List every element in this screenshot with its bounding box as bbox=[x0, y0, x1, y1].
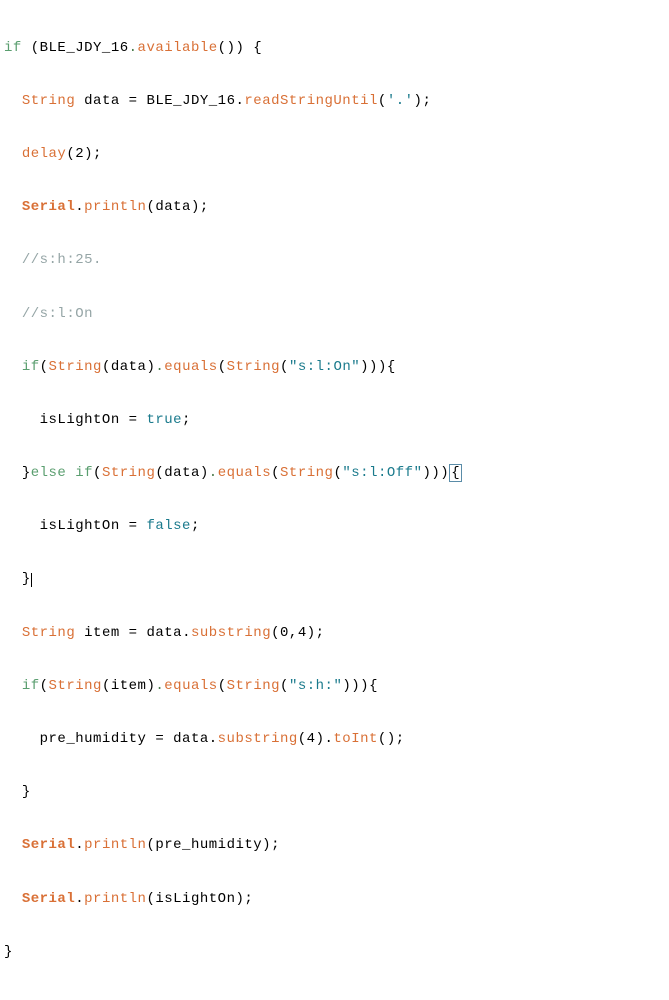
keyword-else: else bbox=[31, 465, 67, 481]
code-editor[interactable]: if (BLE_JDY_16.available()) { String dat… bbox=[0, 0, 669, 1000]
string-literal: "s:l:On" bbox=[289, 359, 360, 375]
keyword-if: if bbox=[75, 465, 93, 481]
code-line-17: Serial.println(isLightOn); bbox=[4, 886, 665, 913]
func-readstringuntil: readStringUntil bbox=[244, 93, 378, 109]
obj-serial: Serial bbox=[22, 837, 75, 853]
code-line-3: delay(2); bbox=[4, 141, 665, 168]
code-line-6: //s:l:On bbox=[4, 301, 665, 328]
brace-matched: { bbox=[449, 464, 462, 482]
type-string: String bbox=[22, 93, 75, 109]
comment: //s:l:On bbox=[22, 306, 93, 322]
bool-false: false bbox=[146, 518, 191, 534]
func-println: println bbox=[84, 837, 146, 853]
identifier: BLE_JDY_16 bbox=[40, 40, 129, 56]
obj-serial: Serial bbox=[22, 199, 75, 215]
code-line-10: isLightOn = false; bbox=[4, 513, 665, 540]
func-equals: equals bbox=[164, 678, 217, 694]
code-line-16: Serial.println(pre_humidity); bbox=[4, 832, 665, 859]
obj-serial: Serial bbox=[22, 891, 75, 907]
func-delay: delay bbox=[22, 146, 67, 162]
code-line-7: if(String(data).equals(String("s:l:On"))… bbox=[4, 354, 665, 381]
code-line-14: pre_humidity = data.substring(4).toInt()… bbox=[4, 726, 665, 753]
code-line-12: String item = data.substring(0,4); bbox=[4, 620, 665, 647]
text-cursor bbox=[31, 573, 32, 587]
func-println: println bbox=[84, 199, 146, 215]
char-literal: '.' bbox=[387, 93, 414, 109]
type-string: String bbox=[22, 625, 75, 641]
bool-true: true bbox=[146, 412, 182, 428]
string-literal: "s:l:Off" bbox=[342, 465, 422, 481]
code-line-4: Serial.println(data); bbox=[4, 194, 665, 221]
code-line-13: if(String(item).equals(String("s:h:"))){ bbox=[4, 673, 665, 700]
func-substring: substring bbox=[218, 731, 298, 747]
code-line-1: if (BLE_JDY_16.available()) { bbox=[4, 35, 665, 62]
code-line-5: //s:h:25. bbox=[4, 247, 665, 274]
code-line-18: } bbox=[4, 939, 665, 966]
string-literal: "s:h:" bbox=[289, 678, 342, 694]
func-available: available bbox=[138, 40, 218, 56]
comment: //s:h:25. bbox=[22, 252, 102, 268]
code-line-9: }else if(String(data).equals(String("s:l… bbox=[4, 460, 665, 487]
code-line-11: } bbox=[4, 566, 665, 593]
func-toint: toInt bbox=[333, 731, 378, 747]
code-line-2: String data = BLE_JDY_16.readStringUntil… bbox=[4, 88, 665, 115]
func-equals: equals bbox=[164, 359, 217, 375]
keyword-if: if bbox=[22, 678, 40, 694]
keyword-if: if bbox=[22, 359, 40, 375]
keyword-if: if bbox=[4, 40, 22, 56]
code-line-8: isLightOn = true; bbox=[4, 407, 665, 434]
func-substring: substring bbox=[191, 625, 271, 641]
func-equals: equals bbox=[218, 465, 271, 481]
code-line-15: } bbox=[4, 779, 665, 806]
func-println: println bbox=[84, 891, 146, 907]
